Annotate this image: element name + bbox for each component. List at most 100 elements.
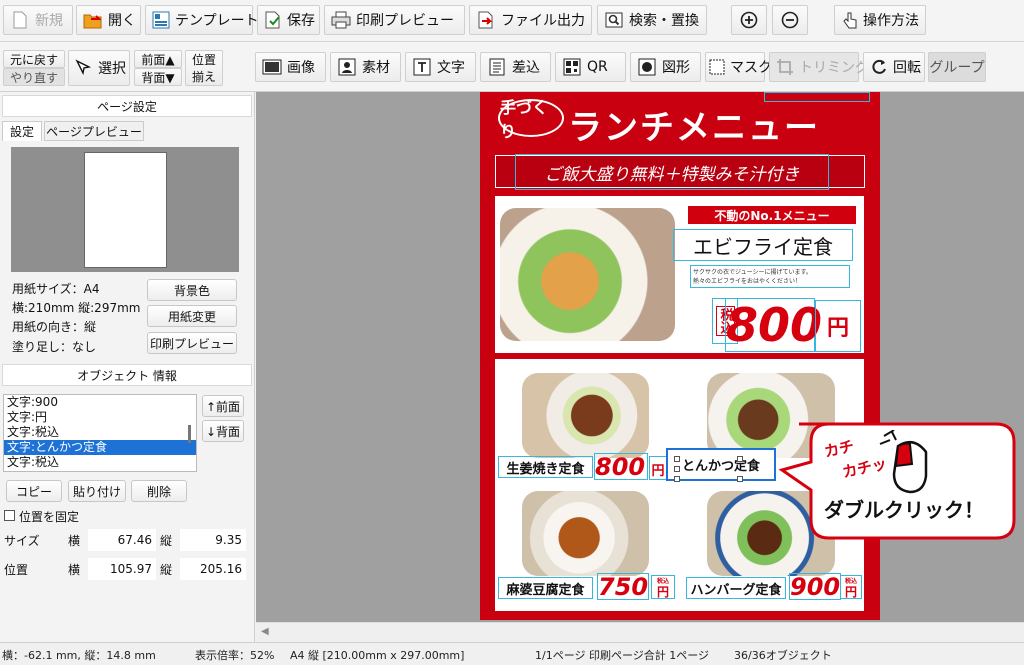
select-button[interactable]: 選択: [68, 50, 130, 86]
selection-handle-tr[interactable]: [737, 456, 743, 462]
object-list-scrollbar[interactable]: [188, 425, 191, 443]
pos-y-label: 縦: [160, 563, 173, 577]
template-button[interactable]: テンプレート: [145, 5, 259, 35]
undo-button[interactable]: 元に戻す: [3, 50, 65, 68]
main-dish-name[interactable]: エビフライ定食: [673, 229, 853, 261]
ebi-fry-photo[interactable]: [500, 208, 675, 341]
paper-info: A4 縦 [210.00mm x 297.00mm]: [290, 649, 465, 662]
send-back-button[interactable]: 背面▼: [134, 68, 182, 86]
selection-handle-tl[interactable]: [674, 456, 680, 462]
save-label: 保存: [287, 13, 315, 29]
shape-button[interactable]: 図形: [630, 52, 701, 82]
image-button[interactable]: 画像: [255, 52, 326, 82]
redo-button[interactable]: やり直す: [3, 68, 65, 86]
banner-text[interactable]: ご飯大盛り無料＋特製みそ汁付き: [515, 154, 829, 190]
material-button[interactable]: 素材: [330, 52, 401, 82]
background-color-button[interactable]: 背景色: [147, 279, 237, 301]
item1-yen[interactable]: 円: [649, 456, 667, 480]
send-back-label: 背面▼: [141, 70, 175, 85]
item4-price[interactable]: 900: [789, 573, 841, 601]
bring-front-label: 前面▲: [141, 52, 175, 67]
tab-page-preview[interactable]: ページプレビュー: [44, 121, 144, 141]
object-list-item[interactable]: 文字:とんかつ定食: [4, 440, 196, 455]
mapo-tofu-photo[interactable]: [522, 491, 649, 576]
horizontal-scrollbar[interactable]: ◀: [256, 622, 1024, 642]
object-list-item[interactable]: 文字:900: [4, 395, 196, 410]
rotate-button[interactable]: 回転: [863, 52, 925, 82]
fix-position-checkbox[interactable]: [4, 510, 15, 521]
new-button[interactable]: 新規: [3, 5, 73, 35]
item3-yen-text: 円: [656, 585, 669, 599]
object-toolbar: 元に戻す やり直す 選択 前面▲ 背面▼ 位置 揃え 画像 素材 文字 差込 Q…: [0, 42, 1024, 92]
no1-label[interactable]: 不動のNo.1メニュー: [688, 206, 856, 224]
item4-yen[interactable]: 税込 円: [840, 575, 862, 599]
main-price[interactable]: 800: [725, 298, 822, 352]
scroll-left-arrow-icon[interactable]: ◀: [261, 626, 269, 637]
item3-yen[interactable]: 税込 円: [651, 575, 675, 599]
page-thumbnail[interactable]: [84, 152, 167, 268]
object-list-item[interactable]: 文字:円: [4, 410, 196, 425]
text-button[interactable]: 文字: [405, 52, 476, 82]
zoom-in-button[interactable]: [731, 5, 767, 35]
rotate-label: 回転: [893, 60, 921, 76]
status-bar: 横：-62.1 mm, 縦：14.8 mm 表示倍率：52% A4 縦 [210…: [0, 642, 1024, 665]
paper-dimensions: 横:210mm 縦:297mm: [12, 301, 141, 315]
shogayaki-photo[interactable]: [522, 373, 649, 458]
bring-front-button[interactable]: 前面▲: [134, 50, 182, 68]
object-back-button[interactable]: ↓背面: [202, 420, 244, 442]
trimming-button[interactable]: トリミング: [769, 52, 869, 82]
text-icon: [412, 57, 432, 77]
qr-button[interactable]: QR: [555, 52, 626, 82]
position-x-field[interactable]: 105.97: [88, 558, 156, 580]
print-preview-button[interactable]: 印刷プレビュー: [324, 5, 465, 35]
mouse-icon: [879, 430, 928, 494]
object-list[interactable]: 文字:900 文字:円 文字:税込 文字:とんかつ定食 文字:税込: [3, 394, 197, 472]
item3-price[interactable]: 750: [597, 573, 649, 601]
item1-price[interactable]: 800: [594, 453, 648, 481]
design-canvas[interactable]: 手づくり ランチメニュー ご飯大盛り無料＋特製みそ汁付き 不動のNo.1メニュー…: [256, 92, 1024, 622]
material-label: 素材: [362, 60, 390, 76]
position-y-field[interactable]: 205.16: [180, 558, 246, 580]
open-button[interactable]: 開く: [76, 5, 141, 35]
align-button[interactable]: 位置 揃え: [185, 50, 223, 86]
flyer-title[interactable]: ランチメニュー: [568, 100, 868, 148]
object-list-item[interactable]: 文字:税込: [4, 425, 196, 440]
page-count: 1/1ページ 印刷ページ合計 1ページ: [535, 649, 710, 662]
object-list-item[interactable]: 文字:税込: [4, 455, 196, 470]
size-width-field[interactable]: 67.46: [88, 529, 156, 551]
main-dish-description[interactable]: サクサクの衣でジューシーに揚げています。 熱々のエビフライをおはやくください！: [690, 265, 850, 288]
save-button[interactable]: 保存: [257, 5, 320, 35]
item3-name[interactable]: 麻婆豆腐定食: [498, 577, 593, 599]
delete-button[interactable]: 削除: [131, 480, 187, 502]
object-front-button[interactable]: ↑前面: [202, 395, 244, 417]
how-to-button[interactable]: 操作方法: [834, 5, 926, 35]
selection-handle-br[interactable]: [737, 476, 743, 482]
selection-handle-bl[interactable]: [674, 476, 680, 482]
copy-button[interactable]: コピー: [6, 480, 62, 502]
selection-handle-ml[interactable]: [674, 466, 680, 472]
size-height-field[interactable]: 9.35: [180, 529, 246, 551]
search-replace-button[interactable]: 検索・置換: [597, 5, 707, 35]
paste-button[interactable]: 貼り付け: [68, 480, 126, 502]
merge-button[interactable]: 差込: [480, 52, 551, 82]
handmade-logo[interactable]: 手づくり: [498, 98, 564, 141]
position-label: 位置: [4, 563, 29, 577]
main-yen[interactable]: 円: [815, 300, 861, 352]
zoom-out-button[interactable]: [772, 5, 808, 35]
qr-label: QR: [587, 59, 608, 75]
bleed-setting: 塗り足し：なし: [12, 340, 97, 354]
group-button[interactable]: グループ: [928, 52, 986, 82]
mask-button[interactable]: マスク: [705, 52, 772, 82]
item4-yen-text: 円: [844, 585, 857, 599]
file-output-button[interactable]: ファイル出力: [469, 5, 592, 35]
select-label: 選択: [98, 61, 126, 77]
print-preview-side-button[interactable]: 印刷プレビュー: [147, 332, 237, 354]
item4-name[interactable]: ハンバーグ定食: [686, 577, 786, 599]
object-info-header: オブジェクト 情報: [2, 364, 252, 386]
material-icon: [337, 57, 357, 77]
change-paper-button[interactable]: 用紙変更: [147, 305, 237, 327]
item1-name[interactable]: 生姜焼き定食: [498, 456, 593, 478]
item2-name-selected[interactable]: とんかつ定食: [666, 448, 776, 481]
template-label: テンプレート: [175, 13, 259, 29]
tab-settings[interactable]: 設定: [2, 121, 42, 141]
